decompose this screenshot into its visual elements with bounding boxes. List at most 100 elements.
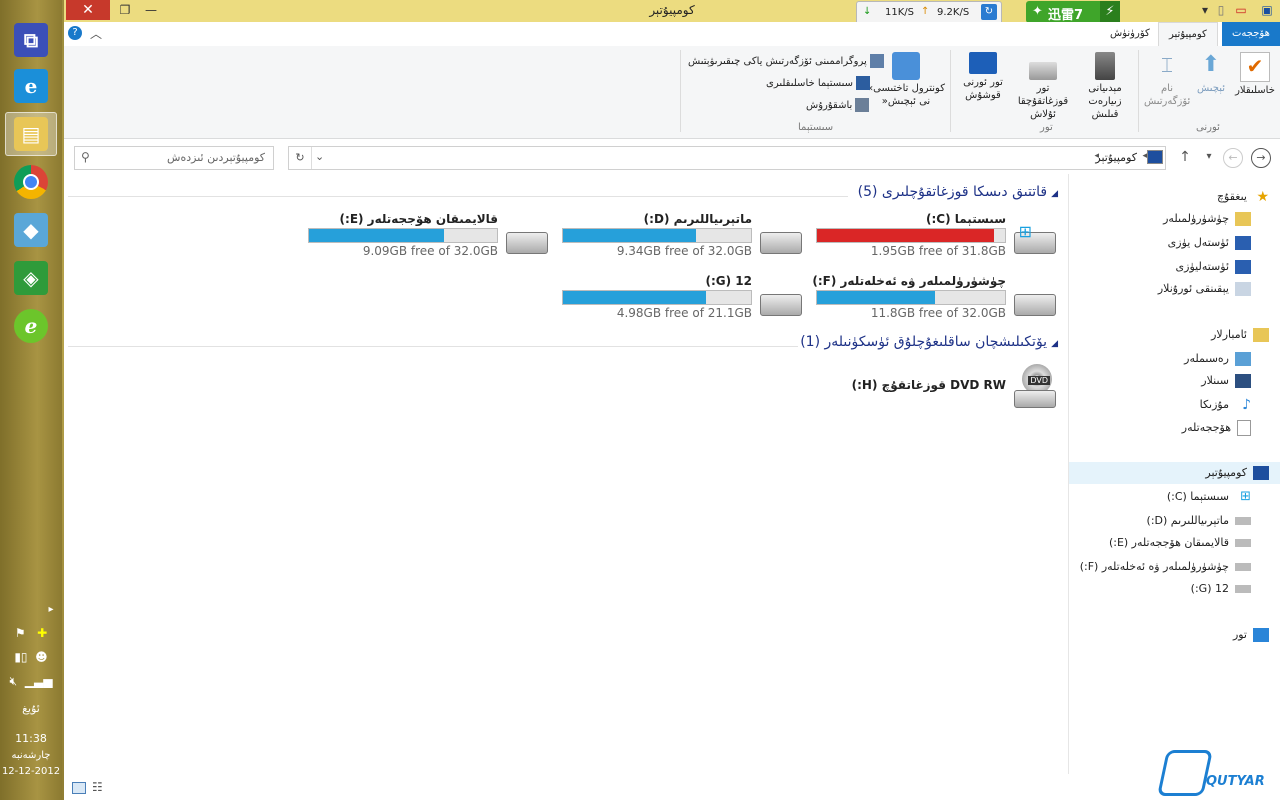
map-network-drive-button[interactable]: تور قوزغاتقۇچقا ئۇلاش: [1014, 52, 1072, 121]
computer-icon: [1253, 466, 1269, 480]
xunlei-bird-icon: ✦: [1032, 4, 1043, 19]
nav-desktop-2[interactable]: ئۈستەليۈزى: [1176, 260, 1251, 274]
nav-documents[interactable]: ھۆججەتلەر: [1182, 420, 1251, 436]
forward-arrow-icon: →: [1251, 148, 1271, 168]
xunlei-widget[interactable]: ✦ 迅雷7 ⚡: [1026, 1, 1120, 23]
download-speed: 11K/S: [885, 7, 914, 18]
flag-icon[interactable]: ⚑: [15, 626, 26, 640]
free-space: 9.34GB free of 32.0GB: [616, 244, 752, 258]
dvd-drive-tile[interactable]: DVD DVD RW قوزغاتقۇچ (H:): [808, 364, 1058, 412]
system-properties-button[interactable]: سىستېما خاسلىقلىرى: [766, 76, 871, 90]
properties-button[interactable]: ✔ خاسلىقلار: [1232, 52, 1278, 97]
taskbar-app-6[interactable]: ◈: [5, 256, 57, 300]
programs-icon: [869, 54, 884, 68]
taskbar-chrome[interactable]: [5, 160, 57, 204]
speaker-muted-icon[interactable]: 🔇︎: [10, 674, 18, 688]
qat-computer-button[interactable]: ▣: [1254, 0, 1280, 20]
nav-label: سىنلار: [1201, 374, 1229, 387]
access-media-button[interactable]: مېدىيانى زىيارەت قىلىش: [1074, 52, 1136, 121]
search-placeholder: كومپيۇتېردىن ئىزدەش: [167, 151, 265, 164]
taskbar-app-5[interactable]: ◆: [5, 208, 57, 252]
nav-label: تور: [1232, 628, 1247, 641]
search-box[interactable]: ⚲ كومپيۇتېردىن ئىزدەش: [74, 146, 274, 170]
nav-videos[interactable]: سىنلار: [1201, 374, 1251, 388]
rename-icon: ⌶: [1161, 53, 1173, 77]
control-panel-label-2: »نى ئېچىش: [881, 96, 931, 107]
nav-drive-g[interactable]: 12 (G:): [1191, 582, 1251, 595]
nav-drive-c[interactable]: ⊞ سىستېما (C:): [1167, 490, 1251, 504]
taskbar-file-explorer[interactable]: ▤: [5, 112, 57, 156]
add-network-location-button[interactable]: تور ئورنى قوشۇش: [954, 52, 1012, 102]
nav-label: ھۆججەتلەر: [1181, 421, 1231, 434]
qat-new-folder-button[interactable]: ▭: [1228, 0, 1254, 20]
qq-icon[interactable]: ☻: [35, 650, 48, 664]
nav-computer[interactable]: كومپيۇتېر: [1069, 462, 1280, 484]
drive-tile[interactable]: قالايمىقان ھۆججەتلەر (E:) 9.09GB free of…: [300, 212, 550, 268]
app-icon: ℯ: [14, 309, 48, 343]
nav-downloads[interactable]: چۈشۈرۈلمىلەر: [1163, 212, 1251, 226]
nav-desktop[interactable]: ئۈستەل يۈزى: [1168, 236, 1251, 250]
signal-icon[interactable]: ▁▃▅: [25, 674, 53, 688]
drive-tile[interactable]: ماتېرىياللىرىم (D:) 9.34GB free of 32.0G…: [554, 212, 804, 268]
hdd-group-title: قاتتىق دىسكا قوزغاتقۇچلىرى (5): [857, 184, 1048, 200]
taskbar-app-1[interactable]: ⧉: [5, 18, 57, 62]
hard-drive-icon: [1012, 284, 1058, 318]
windows-drive-icon: ⊞: [1012, 222, 1058, 256]
nav-label: مۇزىكا: [1199, 398, 1229, 411]
libraries-icon: [1253, 328, 1269, 342]
input-language[interactable]: ئۇيغ: [0, 702, 62, 715]
taskbar-app-7[interactable]: ℯ: [5, 304, 57, 348]
computer-icon: ▣: [1261, 3, 1273, 17]
drive-tile[interactable]: ⊞ سىستېما (C:) 1.95GB free of 31.8GB: [808, 212, 1058, 268]
recent-locations-dropdown[interactable]: ▾: [1198, 146, 1220, 168]
manage-icon: [855, 98, 870, 112]
clock-time[interactable]: 11:38: [0, 732, 62, 745]
up-button[interactable]: ↑: [1174, 146, 1196, 168]
tab-computer[interactable]: كومپيۇتېر: [1158, 22, 1218, 47]
nav-pictures[interactable]: رەسىملەر: [1184, 352, 1251, 366]
battery-icon[interactable]: ▮▯: [14, 650, 27, 664]
manage-button[interactable]: باشقۇرۇش: [806, 98, 870, 112]
tiles-view-button[interactable]: [72, 782, 86, 794]
drive-tile[interactable]: 12 (G:) 4.98GB free of 21.1GB: [554, 274, 804, 330]
add-netloc-label-1: تور ئورنى: [963, 77, 1003, 88]
nav-label: يىغقۇچ: [1216, 190, 1247, 203]
forward-button[interactable]: →: [1250, 146, 1272, 168]
nav-recent-places[interactable]: يېقىنقى ئورۇنلار: [1158, 282, 1251, 296]
chrome-icon: [14, 165, 48, 199]
help-icon[interactable]: ?: [68, 26, 82, 40]
nav-drive-f[interactable]: چۈشۈرۈلمىلەر ۋە ئەخلەتلەر (F:): [1080, 560, 1251, 573]
nav-label: سىستېما (C:): [1166, 490, 1229, 503]
nav-favorites[interactable]: ★ يىغقۇچ: [1217, 190, 1269, 204]
hdd-group-header[interactable]: ◢قاتتىق دىسكا قوزغاتقۇچلىرى (5): [858, 184, 1058, 200]
star-icon: ★: [1256, 189, 1269, 205]
rename-button[interactable]: ⌶ نام ئۆزگەرتىش: [1144, 52, 1190, 108]
address-bar[interactable]: ↻ ⌄ ◂ كومپيۇتېر ◂: [288, 146, 1166, 170]
free-space: 1.95GB free of 31.8GB: [870, 244, 1006, 258]
drive-tile[interactable]: چۈشۈرۈلمىلەر ۋە ئەخلەتلەر (F:) 11.8GB fr…: [808, 274, 1058, 330]
tab-view[interactable]: كۆرۈنۈش: [1100, 22, 1160, 46]
group-label-network: تور: [1040, 122, 1053, 133]
removable-group-header[interactable]: ◢يۆتكىلىشچان ساقلىغۇچلۇق ئۈسكۈنىلەر (1): [800, 334, 1058, 350]
details-view-button[interactable]: ☷: [92, 780, 103, 794]
open-button[interactable]: ⬆ ئېچىش: [1192, 52, 1230, 95]
uninstall-program-button[interactable]: پروگراممىنى ئۆزگەرتىش ياكى چىقىرىۋېتىش: [688, 54, 884, 68]
back-button[interactable]: ←: [1222, 146, 1244, 168]
taskbar-internet-explorer[interactable]: e: [5, 64, 57, 108]
plus-icon[interactable]: ✚: [37, 626, 47, 640]
refresh-button[interactable]: ↻: [289, 147, 312, 169]
address-history-dropdown[interactable]: ⌄: [315, 150, 324, 163]
group-label-system: سىستېما: [798, 122, 834, 133]
nav-drive-d[interactable]: ماتېرىياللىرىم (D:): [1147, 514, 1251, 527]
collapse-ribbon-icon[interactable]: ︿: [90, 25, 102, 42]
download-arrow-icon: ↓: [863, 6, 872, 17]
nav-drive-e[interactable]: قالايمىقان ھۆججەتلەر (E:): [1109, 536, 1251, 549]
tab-file[interactable]: ھۆججەت: [1222, 22, 1280, 46]
upload-speed: 9.2K/S: [937, 7, 970, 18]
nav-network[interactable]: تور: [1233, 628, 1269, 642]
nav-music[interactable]: ♪ مۇزىكا: [1200, 398, 1251, 412]
tray-expand[interactable]: ▸: [0, 604, 62, 615]
breadcrumb-computer[interactable]: كومپيۇتېر: [1095, 151, 1137, 164]
nav-libraries[interactable]: ئامبارلار: [1211, 328, 1269, 342]
refresh-icon[interactable]: ↻: [981, 4, 997, 20]
